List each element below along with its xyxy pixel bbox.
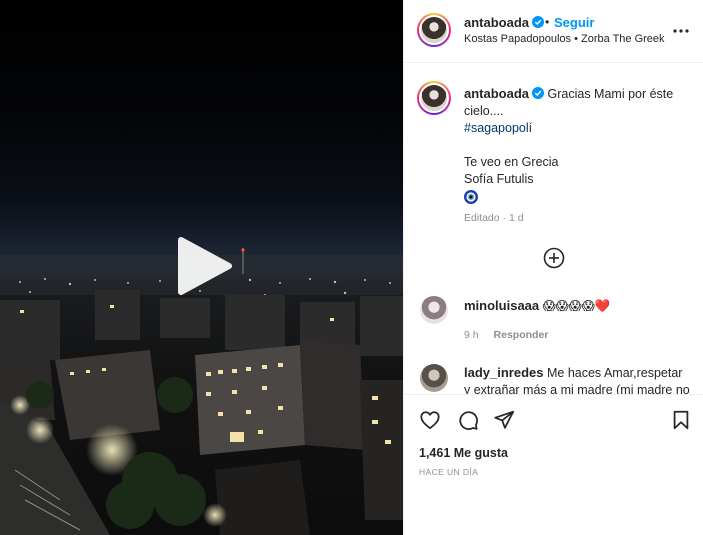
- author-username-text[interactable]: antaboada: [464, 15, 529, 30]
- comment-meta: 9 h Responder: [464, 329, 548, 341]
- comment-username[interactable]: minoluisaaa: [464, 298, 539, 313]
- caption-text-line2: Te veo en Grecia: [464, 155, 559, 169]
- comment-time: 9 h: [464, 329, 479, 341]
- instagram-post-modal: antaboada • Seguir Kostas Papadopoulos •…: [0, 0, 703, 535]
- comment-avatar[interactable]: [420, 364, 448, 392]
- comment-icon[interactable]: [457, 409, 479, 431]
- post-timestamp: HACE UN DÍA: [419, 467, 479, 477]
- play-icon: [178, 237, 232, 295]
- post-side-panel: antaboada • Seguir Kostas Papadopoulos •…: [403, 0, 703, 535]
- caption-hashtag[interactable]: #sagapopolí: [464, 121, 532, 135]
- follow-button[interactable]: Seguir: [554, 15, 594, 30]
- caption-username[interactable]: antaboada: [464, 86, 529, 101]
- caption-text-line3: Sofía Futulis: [464, 172, 534, 186]
- caption-avatar[interactable]: [417, 81, 451, 115]
- post-actions: 1,461 Me gusta HACE UN DÍA: [404, 394, 703, 535]
- post-video[interactable]: [0, 0, 403, 535]
- bookmark-icon[interactable]: [670, 409, 692, 431]
- share-icon[interactable]: [493, 409, 515, 431]
- comment-item: lady_inredes Me haces Amar,respetar y ex…: [464, 364, 690, 394]
- audio-track-link[interactable]: Kostas Papadopoulos • Zorba The Greek: [464, 33, 665, 45]
- comment-username[interactable]: lady_inredes: [464, 365, 544, 380]
- author-avatar[interactable]: [417, 13, 451, 47]
- more-horizontal-icon[interactable]: [672, 22, 690, 40]
- post-header: antaboada • Seguir Kostas Papadopoulos •…: [404, 0, 703, 63]
- reply-button[interactable]: Responder: [494, 329, 549, 341]
- comment-item: minoluisaaa 😱😱😱😱❤️: [464, 298, 610, 314]
- nazar-evil-eye-icon: [464, 190, 478, 204]
- verified-badge-icon: [532, 87, 545, 99]
- likes-count[interactable]: 1,461 Me gusta: [419, 446, 508, 460]
- heart-icon[interactable]: [419, 409, 441, 431]
- plus-circle-icon[interactable]: [543, 247, 565, 269]
- play-button[interactable]: [174, 236, 234, 296]
- verified-badge-icon: [532, 16, 545, 28]
- separator-dot: •: [545, 15, 550, 29]
- author-username[interactable]: antaboada: [464, 15, 545, 30]
- caption-edited-time: Editado · 1 d: [464, 212, 524, 224]
- post-caption: antaboada Gracias Mami por éste cielo...…: [464, 85, 690, 209]
- comment-avatar[interactable]: [420, 296, 448, 324]
- comment-text: 😱😱😱😱❤️: [542, 299, 611, 313]
